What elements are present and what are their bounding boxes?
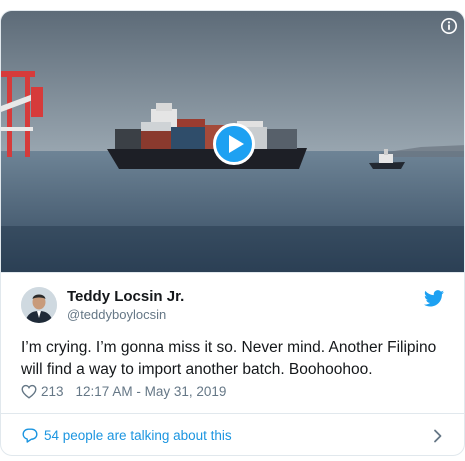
twitter-bird-icon[interactable] [424, 290, 444, 307]
speech-bubble-icon [22, 428, 38, 443]
conversation-link-label[interactable]: 54 people are talking about this [44, 428, 232, 443]
video-thumbnail[interactable] [1, 11, 464, 273]
embedded-tweet-card: Teddy Locsin Jr. @teddyboylocsin I’m cry… [0, 10, 465, 456]
conversation-link[interactable]: 54 people are talking about this [1, 413, 464, 455]
tweet-text: I’m crying. I’m gonna miss it so. Never … [21, 339, 437, 378]
chevron-right-icon [434, 429, 442, 443]
avatar-image [21, 287, 57, 323]
avatar[interactable] [21, 287, 57, 323]
tweet-header: Teddy Locsin Jr. @teddyboylocsin [1, 273, 464, 331]
tweet-meta: 213 12:17 AM - May 31, 2019 [21, 384, 226, 399]
play-icon[interactable] [213, 123, 255, 165]
author-handle[interactable]: @teddyboylocsin [67, 307, 166, 322]
author-name[interactable]: Teddy Locsin Jr. [67, 288, 184, 305]
heart-icon[interactable] [21, 384, 37, 399]
info-icon[interactable] [440, 17, 458, 35]
tweet-timestamp[interactable]: 12:17 AM - May 31, 2019 [76, 384, 227, 399]
like-count[interactable]: 213 [41, 384, 64, 399]
